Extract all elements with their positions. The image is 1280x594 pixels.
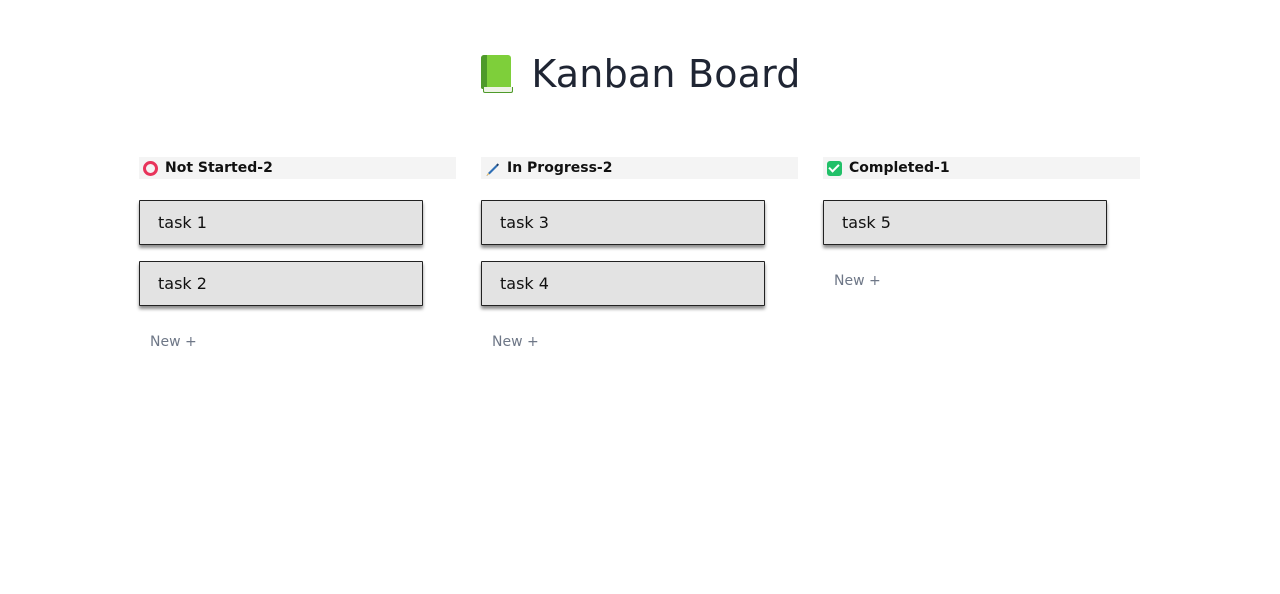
task-card[interactable]: task 5 (823, 200, 1107, 245)
pen-icon (485, 161, 500, 176)
card-list: task 5 (823, 200, 1140, 245)
column-header-completed: Completed - 1 (823, 157, 1140, 179)
green-book-icon (479, 54, 514, 94)
column-count: 1 (939, 160, 950, 176)
red-circle-icon (143, 160, 158, 176)
task-card[interactable]: task 4 (481, 261, 765, 306)
new-task-button[interactable]: New + (834, 273, 881, 289)
task-card[interactable]: task 3 (481, 200, 765, 245)
page-title: Kanban Board (531, 52, 801, 96)
column-title: In Progress (507, 160, 597, 176)
column-in-progress: In Progress - 2 task 3 task 4 New + (481, 157, 798, 350)
column-count: 2 (263, 160, 273, 176)
new-task-button[interactable]: New + (492, 334, 539, 350)
task-card[interactable]: task 2 (139, 261, 423, 306)
kanban-page: Kanban Board Not Started - 2 task 1 task… (0, 0, 1280, 594)
column-count: 2 (602, 160, 613, 176)
column-not-started: Not Started - 2 task 1 task 2 New + (139, 157, 456, 350)
kanban-board: Not Started - 2 task 1 task 2 New + In P… (139, 157, 1140, 350)
card-list: task 3 task 4 (481, 200, 798, 306)
new-task-button[interactable]: New + (150, 334, 197, 350)
column-completed: Completed - 1 task 5 New + (823, 157, 1140, 350)
column-header-not-started: Not Started - 2 (139, 157, 456, 179)
card-list: task 1 task 2 (139, 200, 456, 306)
task-card[interactable]: task 1 (139, 200, 423, 245)
page-header: Kanban Board (0, 48, 1280, 100)
check-box-icon (827, 160, 842, 176)
column-header-in-progress: In Progress - 2 (481, 157, 798, 179)
column-title: Not Started (165, 160, 258, 176)
column-title: Completed (849, 160, 935, 176)
